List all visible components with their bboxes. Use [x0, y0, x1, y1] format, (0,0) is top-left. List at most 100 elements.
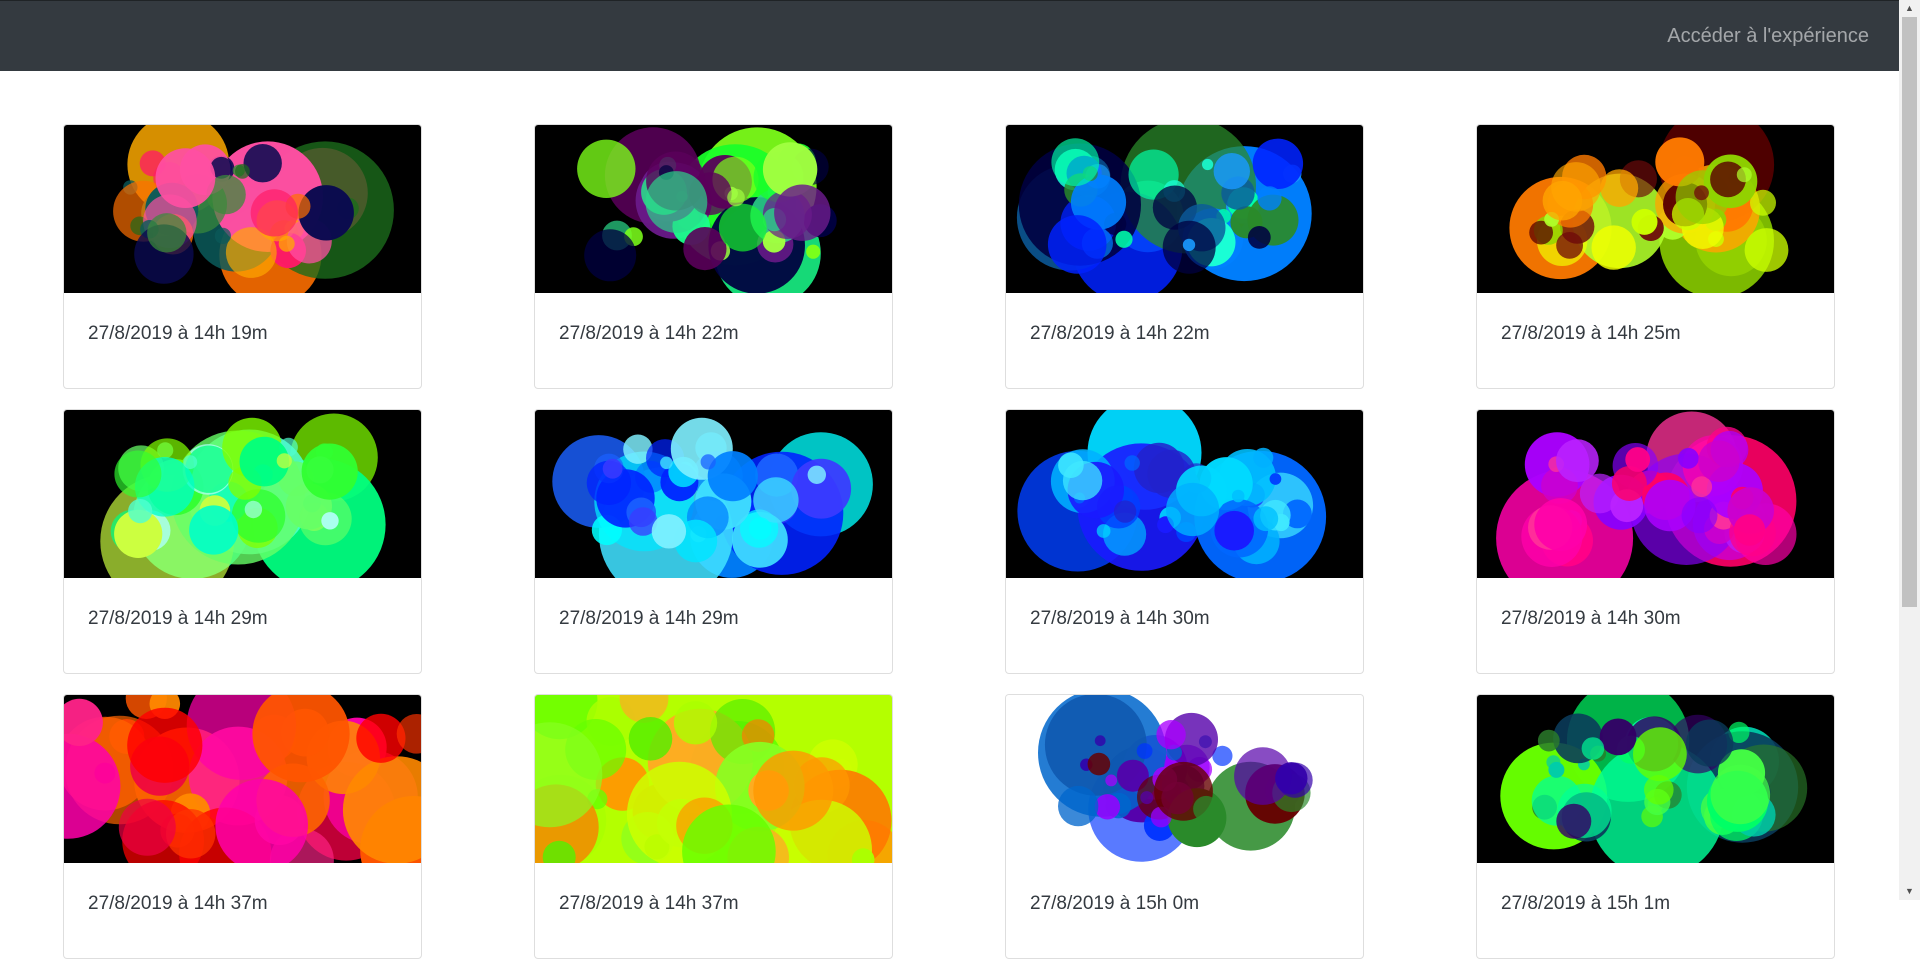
thumbnail-circle [1600, 169, 1639, 207]
card-body: 27/8/2019 à 14h 19m [64, 293, 421, 375]
experience-card[interactable]: 27/8/2019 à 14h 37m [63, 694, 422, 959]
thumbnail-circle [1096, 524, 1111, 538]
thumbnail-circle [651, 514, 687, 549]
thumbnail-circle [774, 184, 831, 241]
card-date: 27/8/2019 à 14h 22m [559, 323, 739, 344]
thumbnail-circle [1591, 225, 1636, 270]
thumbnail-circle [1156, 720, 1186, 750]
thumbnail-circle [645, 171, 708, 233]
thumbnail-circle [1733, 514, 1766, 546]
card-thumbnail[interactable] [1477, 695, 1834, 863]
scroll-up-arrow-icon[interactable]: ▲ [1899, 0, 1920, 17]
thumbnail-circle [1736, 167, 1752, 183]
thumbnail-circle [1631, 208, 1658, 235]
thumbnail-circle [807, 465, 826, 484]
thumbnail-circle [1253, 447, 1274, 468]
top-navbar: Accéder à l'expérience [0, 0, 1899, 71]
thumbnail-circle [1062, 460, 1103, 501]
card-thumbnail[interactable] [1006, 695, 1363, 863]
card-thumbnail[interactable] [64, 695, 421, 863]
thumbnail-circle [250, 189, 298, 237]
experience-card[interactable]: 27/8/2019 à 14h 25m [1476, 124, 1835, 389]
card-thumbnail[interactable] [535, 125, 892, 293]
thumbnail-circle [1581, 737, 1605, 760]
thumbnail-circle [1253, 506, 1279, 532]
thumbnail-circle [1051, 138, 1100, 187]
card-date: 27/8/2019 à 14h 19m [88, 323, 268, 344]
card-thumbnail[interactable] [535, 410, 892, 578]
card-thumbnail[interactable] [64, 125, 421, 293]
card-body: 27/8/2019 à 14h 25m [1477, 293, 1834, 375]
card-thumbnail[interactable] [535, 695, 892, 863]
thumbnail-circle [1681, 497, 1718, 534]
thumbnail-circle [1599, 718, 1637, 756]
thumbnail-circle [189, 505, 239, 555]
card-date: 27/8/2019 à 14h 25m [1501, 323, 1681, 344]
thumbnail-circle [753, 477, 799, 523]
card-body: 27/8/2019 à 14h 29m [535, 578, 892, 660]
scrollbar-thumb[interactable] [1902, 17, 1917, 607]
card-date: 27/8/2019 à 14h 37m [88, 893, 268, 914]
thumbnail-circle [806, 244, 821, 259]
thumbnail-circle [1231, 489, 1245, 503]
experience-card[interactable]: 27/8/2019 à 15h 1m [1476, 694, 1835, 959]
thumbnail-circle [1193, 795, 1220, 822]
thumbnail-circle [1625, 447, 1651, 472]
thumbnail-circle [1710, 764, 1771, 825]
thumbnail-circle [1694, 185, 1709, 201]
thumbnail-circle [748, 517, 772, 540]
card-date: 27/8/2019 à 14h 30m [1030, 608, 1210, 629]
thumbnail-circle [244, 500, 263, 519]
thumbnail-circle [673, 701, 718, 745]
card-date: 27/8/2019 à 15h 1m [1501, 893, 1671, 914]
thumbnail-circle [1551, 162, 1601, 212]
thumbnail-circle [1213, 153, 1250, 190]
thumbnail-circle [707, 451, 758, 502]
experience-card[interactable]: 27/8/2019 à 14h 30m [1005, 409, 1364, 674]
thumbnail-circle [1094, 735, 1106, 747]
thumbnail-circle [700, 454, 716, 470]
thumbnail-circle [278, 235, 295, 252]
thumbnail-circle [753, 750, 834, 831]
thumbnail-circle [118, 798, 176, 856]
thumbnail-circle [1140, 791, 1154, 805]
card-thumbnail[interactable] [1477, 125, 1834, 293]
card-date: 27/8/2019 à 14h 30m [1501, 608, 1681, 629]
thumbnail-circle [214, 227, 231, 244]
experience-card[interactable]: 27/8/2019 à 14h 22m [1005, 124, 1364, 389]
thumbnail-circle [1047, 215, 1107, 274]
thumbnail-circle [1556, 439, 1599, 483]
card-body: 27/8/2019 à 14h 37m [64, 863, 421, 945]
thumbnail-circle [1686, 719, 1734, 767]
nav-link-experience[interactable]: Accéder à l'expérience [1667, 25, 1869, 48]
experience-card[interactable]: 27/8/2019 à 14h 19m [63, 124, 422, 389]
thumbnail-circle [1556, 232, 1583, 259]
scroll-down-arrow-icon[interactable]: ▼ [1899, 883, 1920, 900]
experience-card[interactable]: 27/8/2019 à 14h 22m [534, 124, 893, 389]
experience-card[interactable]: 27/8/2019 à 14h 30m [1476, 409, 1835, 674]
card-date: 27/8/2019 à 14h 22m [1030, 323, 1210, 344]
card-thumbnail[interactable] [1006, 410, 1363, 578]
card-body: 27/8/2019 à 14h 30m [1006, 578, 1363, 660]
thumbnail-circle [128, 499, 153, 524]
card-date: 27/8/2019 à 14h 37m [559, 893, 739, 914]
experience-card[interactable]: 27/8/2019 à 15h 0m [1005, 694, 1364, 959]
card-body: 27/8/2019 à 14h 30m [1477, 578, 1834, 660]
card-thumbnail[interactable] [1477, 410, 1834, 578]
card-date: 27/8/2019 à 15h 0m [1030, 893, 1200, 914]
experience-card[interactable]: 27/8/2019 à 14h 29m [534, 409, 893, 674]
card-body: 27/8/2019 à 14h 29m [64, 578, 421, 660]
card-thumbnail[interactable] [64, 410, 421, 578]
experience-card[interactable]: 27/8/2019 à 14h 29m [63, 409, 422, 674]
thumbnail-circle [1247, 226, 1271, 249]
thumbnail-circle [1556, 803, 1592, 839]
thumbnail-circle [127, 707, 203, 783]
vertical-scrollbar[interactable]: ▲ ▼ [1899, 0, 1920, 900]
thumbnail-circle [183, 455, 198, 470]
thumbnail-circle [1214, 510, 1254, 551]
experience-card[interactable]: 27/8/2019 à 14h 37m [534, 694, 893, 959]
card-body: 27/8/2019 à 14h 22m [535, 293, 892, 375]
thumbnail-circle [1252, 138, 1304, 189]
card-thumbnail[interactable] [1006, 125, 1363, 293]
thumbnail-circle [727, 188, 745, 207]
